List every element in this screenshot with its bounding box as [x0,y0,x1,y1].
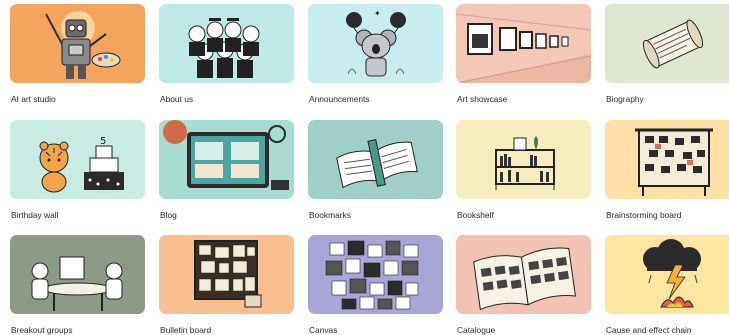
template-label: Brainstorming board [606,210,682,220]
template-thumbnail[interactable] [159,120,294,199]
pinboard-icon [635,128,713,196]
template-thumbnail[interactable] [159,4,294,83]
template-label: Bookmarks [309,210,351,220]
template-thumbnail[interactable] [456,120,591,199]
template-thumbnail[interactable]: ✦ [308,4,443,83]
gallery-wall-icon [456,13,591,83]
template-label: Bookshelf [457,210,494,220]
template-label: Biography [606,94,644,104]
svg-text:5: 5 [100,136,106,147]
template-thumbnail[interactable] [605,4,729,83]
tablet-desk-icon [163,120,289,190]
bookshelf-icon [495,136,555,190]
template-label: Art showcase [457,94,508,104]
template-thumbnail[interactable] [10,4,145,83]
template-label: AI art studio [11,94,56,104]
template-thumbnail[interactable] [456,235,591,314]
template-label: Cause and effect chain [606,325,692,335]
template-label: Bulletin board [160,325,212,335]
storm-fire-icon [643,239,701,308]
template-label: Birthday wall [11,210,59,220]
bulletin-board-icon [194,240,262,308]
template-thumbnail[interactable] [159,235,294,314]
template-thumbnail[interactable] [308,235,443,314]
template-label: About us [160,94,194,104]
koala-balloons-icon: ✦ [346,9,406,77]
template-label: Announcements [309,94,370,104]
template-label: Blog [160,210,177,220]
tiger-cake-icon: 5 [39,136,124,193]
template-label: Catalogue [457,325,496,335]
template-thumbnail[interactable] [456,4,591,83]
svg-text:✦: ✦ [374,9,381,18]
template-label: Breakout groups [11,325,73,335]
template-thumbnail[interactable] [308,120,443,199]
template-thumbnail[interactable]: 5 [10,120,145,199]
template-grid: AI art studio About us ✦ Announcements A… [0,0,729,335]
group-table-icon [31,256,123,311]
template-label: Canvas [309,325,338,335]
template-thumbnail[interactable] [605,120,729,199]
template-thumbnail[interactable] [10,235,145,314]
template-thumbnail[interactable] [605,235,729,314]
collage-icon [325,240,419,310]
robot-painter-icon [45,11,121,79]
scroll-icon [642,19,704,69]
open-book-icon [336,139,418,189]
team-group-icon [188,18,260,78]
catalogue-book-icon [473,247,577,311]
